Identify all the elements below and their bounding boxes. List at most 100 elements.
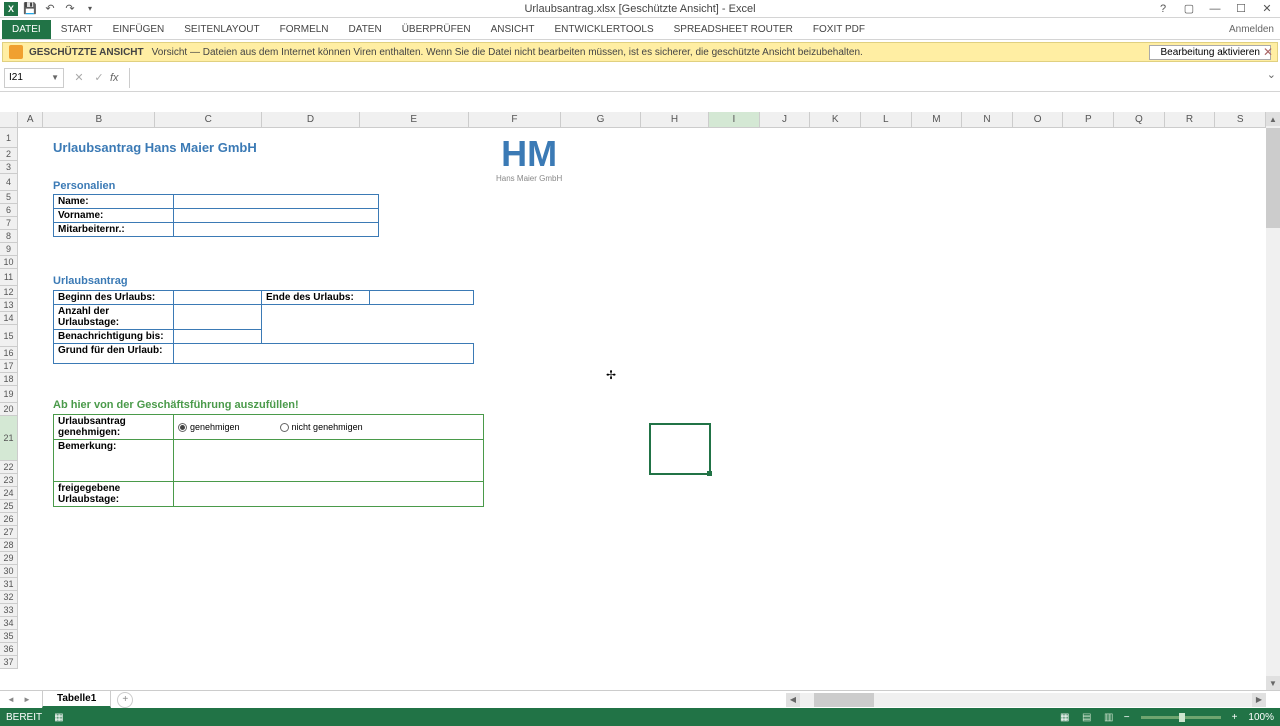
column-header-S[interactable]: S <box>1215 112 1266 127</box>
row-header-3[interactable]: 3 <box>0 161 17 174</box>
vertical-scroll-thumb[interactable] <box>1266 128 1280 228</box>
row-header-32[interactable]: 32 <box>0 591 17 604</box>
column-header-M[interactable]: M <box>912 112 963 127</box>
maximize-button[interactable]: ☐ <box>1228 0 1254 18</box>
ribbon-tab-foxit-pdf[interactable]: Foxit PDF <box>803 20 875 39</box>
zoom-out-button[interactable]: − <box>1121 712 1133 723</box>
name-box-dropdown-icon[interactable]: ▼ <box>51 73 59 82</box>
ende-value[interactable] <box>370 291 474 305</box>
help-button[interactable]: ? <box>1150 0 1176 18</box>
macro-record-icon[interactable]: ▦ <box>54 712 63 723</box>
row-header-9[interactable]: 9 <box>0 243 17 256</box>
name-box[interactable]: I21 ▼ <box>4 68 64 88</box>
zoom-slider[interactable] <box>1141 716 1221 719</box>
row-header-1[interactable]: 1 <box>0 128 17 148</box>
scroll-right-button[interactable]: ▶ <box>1252 693 1266 707</box>
redo-button[interactable]: ↷ <box>62 1 78 17</box>
scroll-down-button[interactable]: ▼ <box>1266 676 1280 690</box>
vorname-value[interactable] <box>174 209 379 223</box>
mitarbeiternr-value[interactable] <box>174 223 379 237</box>
scroll-up-button[interactable]: ▲ <box>1266 112 1280 126</box>
row-header-19[interactable]: 19 <box>0 386 17 403</box>
normal-view-button[interactable]: ▦ <box>1055 710 1075 724</box>
sign-in-link[interactable]: Anmelden <box>1229 24 1274 35</box>
row-header-13[interactable]: 13 <box>0 299 17 312</box>
column-header-F[interactable]: F <box>469 112 561 127</box>
beginn-value[interactable] <box>174 291 262 305</box>
qat-customize[interactable]: ▾ <box>82 1 98 17</box>
row-header-36[interactable]: 36 <box>0 643 17 656</box>
row-header-28[interactable]: 28 <box>0 539 17 552</box>
column-header-C[interactable]: C <box>155 112 262 127</box>
vertical-scrollbar[interactable]: ▲ ▼ <box>1266 112 1280 690</box>
column-header-A[interactable]: A <box>18 112 43 127</box>
column-header-N[interactable]: N <box>962 112 1013 127</box>
selected-cell[interactable] <box>649 423 711 475</box>
ribbon-tab-seitenlayout[interactable]: SEITENLAYOUT <box>174 20 269 39</box>
row-header-17[interactable]: 17 <box>0 360 17 373</box>
row-header-35[interactable]: 35 <box>0 630 17 643</box>
row-header-12[interactable]: 12 <box>0 286 17 299</box>
sheet-nav-last[interactable]: ► <box>20 693 34 707</box>
column-header-R[interactable]: R <box>1165 112 1216 127</box>
column-header-J[interactable]: J <box>760 112 811 127</box>
column-header-G[interactable]: G <box>561 112 641 127</box>
fx-icon[interactable]: fx <box>110 72 119 84</box>
protected-view-close-icon[interactable]: ✕ <box>1263 45 1273 59</box>
select-all-cells[interactable] <box>0 112 18 128</box>
column-header-D[interactable]: D <box>262 112 359 127</box>
ribbon-tab-start[interactable]: START <box>51 20 103 39</box>
scroll-left-button[interactable]: ◀ <box>786 693 800 707</box>
ribbon-tab-daten[interactable]: DATEN <box>339 20 392 39</box>
ribbon-tab-entwicklertools[interactable]: ENTWICKLERTOOLS <box>545 20 664 39</box>
ribbon-tab-datei[interactable]: DATEI <box>2 20 51 39</box>
grund-value[interactable] <box>174 344 474 364</box>
row-header-11[interactable]: 11 <box>0 269 17 286</box>
sheet-nav-first[interactable]: ◄ <box>4 693 18 707</box>
column-header-O[interactable]: O <box>1013 112 1064 127</box>
ribbon-tab-einfügen[interactable]: EINFÜGEN <box>103 20 175 39</box>
row-header-18[interactable]: 18 <box>0 373 17 386</box>
row-header-21[interactable]: 21 <box>0 416 17 461</box>
anzahl-value[interactable] <box>174 305 262 330</box>
page-break-view-button[interactable]: ▥ <box>1099 710 1119 724</box>
row-header-30[interactable]: 30 <box>0 565 17 578</box>
add-sheet-button[interactable]: + <box>117 692 133 708</box>
ribbon-tab-ansicht[interactable]: ANSICHT <box>481 20 545 39</box>
enter-formula-icon[interactable]: ✓ <box>90 69 108 87</box>
zoom-in-button[interactable]: + <box>1229 712 1241 723</box>
row-header-26[interactable]: 26 <box>0 513 17 526</box>
grid-content[interactable]: Urlaubsantrag Hans Maier GmbH HM Hans Ma… <box>18 128 1266 690</box>
row-header-6[interactable]: 6 <box>0 204 17 217</box>
ribbon-tab-spreadsheet-router[interactable]: SPREADSHEET ROUTER <box>664 20 803 39</box>
formula-input[interactable] <box>129 68 1276 88</box>
sheet-tab-tabelle1[interactable]: Tabelle1 <box>42 691 111 708</box>
row-header-24[interactable]: 24 <box>0 487 17 500</box>
minimize-button[interactable]: — <box>1202 0 1228 18</box>
horizontal-scrollbar[interactable]: ◀ ▶ <box>786 693 1266 707</box>
row-header-34[interactable]: 34 <box>0 617 17 630</box>
bemerkung-value[interactable] <box>174 440 484 482</box>
page-layout-view-button[interactable]: ▤ <box>1077 710 1097 724</box>
freigegeben-value[interactable] <box>174 482 484 507</box>
undo-button[interactable]: ↶ <box>42 1 58 17</box>
row-header-20[interactable]: 20 <box>0 403 17 416</box>
row-header-15[interactable]: 15 <box>0 325 17 347</box>
row-header-14[interactable]: 14 <box>0 312 17 325</box>
zoom-level[interactable]: 100% <box>1248 712 1274 723</box>
close-button[interactable]: ✕ <box>1254 0 1280 18</box>
column-header-Q[interactable]: Q <box>1114 112 1165 127</box>
row-header-25[interactable]: 25 <box>0 500 17 513</box>
enable-editing-button[interactable]: Bearbeitung aktivieren <box>1149 45 1271 60</box>
row-header-33[interactable]: 33 <box>0 604 17 617</box>
row-header-2[interactable]: 2 <box>0 148 17 161</box>
cancel-formula-icon[interactable]: ✕ <box>70 69 88 87</box>
name-value[interactable] <box>174 195 379 209</box>
column-header-L[interactable]: L <box>861 112 912 127</box>
row-header-5[interactable]: 5 <box>0 191 17 204</box>
row-header-29[interactable]: 29 <box>0 552 17 565</box>
column-header-K[interactable]: K <box>810 112 861 127</box>
ribbon-tab-überprüfen[interactable]: ÜBERPRÜFEN <box>392 20 481 39</box>
save-button[interactable]: 💾 <box>22 1 38 17</box>
row-header-8[interactable]: 8 <box>0 230 17 243</box>
